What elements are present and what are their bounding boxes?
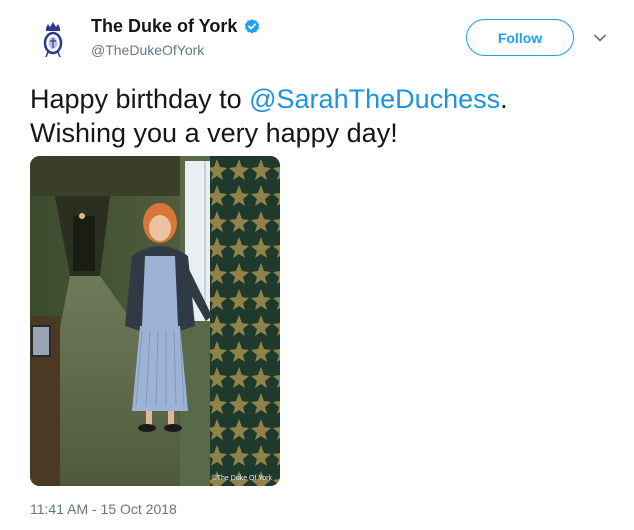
tweet-text: Happy birthday to @SarahTheDuchess. Wish… — [30, 82, 610, 150]
tweet-header: The Duke of York @TheDukeOfYork Follow — [0, 0, 634, 75]
author-name-row[interactable]: The Duke of York — [91, 16, 261, 37]
mention-link[interactable]: @SarahTheDuchess — [249, 84, 500, 114]
author-handle[interactable]: @TheDukeOfYork — [91, 42, 204, 58]
tweet-text-line1: Happy birthday to @SarahTheDuchess. — [30, 82, 610, 116]
tweet-text-line2: Wishing you a very happy day! — [30, 118, 398, 148]
photo-watermark: ©The Duke Of York — [211, 475, 272, 482]
tweet-timestamp[interactable]: 11:41 AM - 15 Oct 2018 — [30, 501, 177, 517]
verified-badge-icon — [243, 18, 261, 36]
display-name[interactable]: The Duke of York — [91, 16, 237, 37]
tweet-text-suffix: . — [500, 84, 508, 114]
tweet-photo[interactable]: ©The Duke Of York — [30, 156, 280, 486]
tweet-text-prefix: Happy birthday to — [30, 84, 250, 114]
chevron-down-icon[interactable] — [592, 30, 608, 46]
follow-button[interactable]: Follow — [466, 19, 574, 56]
avatar[interactable] — [30, 16, 76, 62]
photo-illustration — [30, 156, 280, 486]
royal-cypher-icon — [30, 16, 76, 62]
